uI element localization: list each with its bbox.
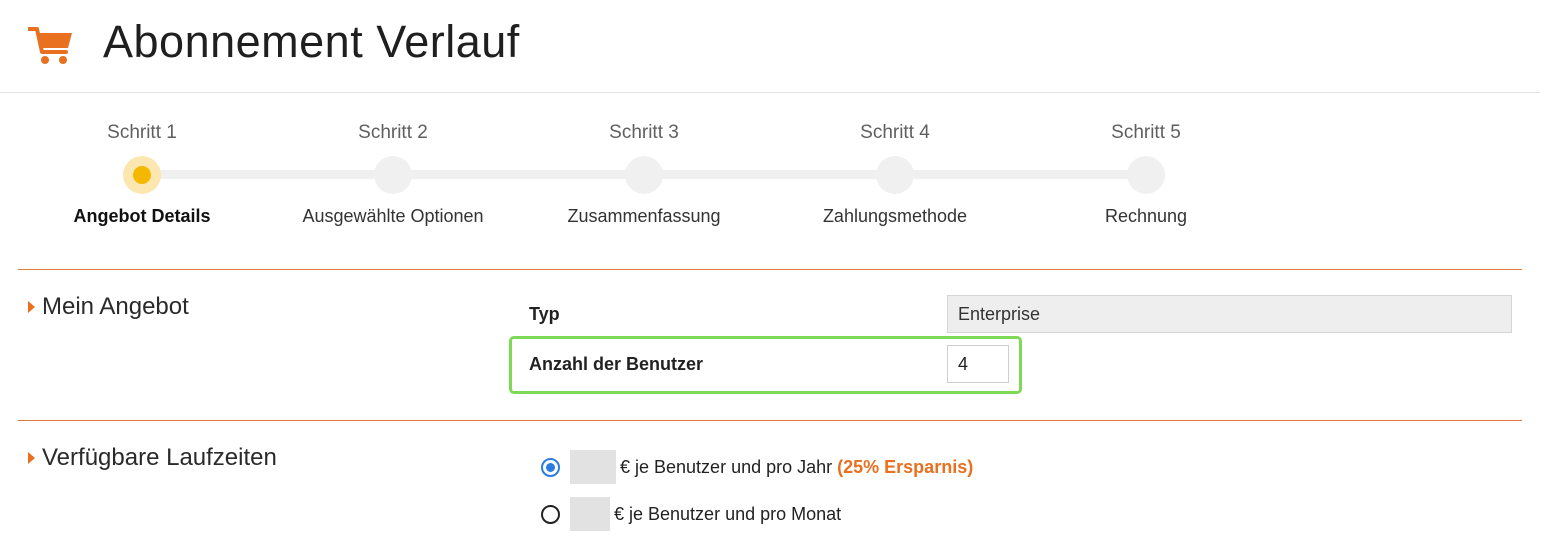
step-2[interactable]: Schritt 2 Ausgewählte Optionen bbox=[273, 100, 513, 227]
step-label: Angebot Details bbox=[73, 206, 211, 226]
page-header: Abonnement Verlauf bbox=[0, 0, 1540, 93]
step-indicator bbox=[1127, 156, 1165, 194]
radio-monthly[interactable] bbox=[541, 504, 560, 524]
term-option-monthly[interactable]: € je Benutzer und pro Monat bbox=[541, 497, 841, 531]
step-5[interactable]: Schritt 5 Rechnung bbox=[1026, 100, 1266, 227]
step-indicator bbox=[625, 156, 663, 194]
subscription-page: Abonnement Verlauf Schritt 1 Angebot Det… bbox=[0, 0, 1545, 547]
caret-right-icon bbox=[28, 301, 35, 313]
step-number: Schritt 2 bbox=[358, 122, 428, 143]
term-option-yearly[interactable]: € je Benutzer und pro Jahr (25% Ersparni… bbox=[541, 450, 973, 484]
step-number: Schritt 3 bbox=[609, 122, 679, 143]
step-4[interactable]: Schritt 4 Zahlungsmethode bbox=[775, 100, 1015, 227]
section-divider bbox=[18, 420, 1522, 421]
step-label: Rechnung bbox=[1104, 206, 1188, 226]
shopping-cart-icon bbox=[28, 27, 72, 64]
step-number: Schritt 5 bbox=[1111, 122, 1181, 143]
type-label: Typ bbox=[529, 304, 560, 324]
step-label: Ausgewählte Optionen bbox=[302, 206, 484, 226]
step-indicator bbox=[374, 156, 412, 194]
type-value-field: Enterprise bbox=[947, 295, 1512, 333]
offer-section-title[interactable]: Mein Angebot bbox=[28, 293, 189, 321]
step-label: Zahlungsmethode bbox=[822, 206, 968, 226]
step-number: Schritt 4 bbox=[860, 122, 930, 143]
term-yearly-text: € je Benutzer und pro Jahr bbox=[620, 456, 833, 477]
caret-right-icon bbox=[28, 452, 35, 464]
step-3[interactable]: Schritt 3 Zusammenfassung bbox=[524, 100, 764, 227]
step-1[interactable]: Schritt 1 Angebot Details bbox=[22, 100, 262, 227]
offer-section-label: Mein Angebot bbox=[42, 293, 189, 320]
section-divider bbox=[18, 269, 1522, 270]
term-monthly-text: € je Benutzer und pro Monat bbox=[614, 503, 842, 524]
price-placeholder bbox=[570, 497, 610, 531]
progress-stepper: Schritt 1 Angebot Details Schritt 2 Ausg… bbox=[0, 100, 1300, 250]
page-title: Abonnement Verlauf bbox=[103, 16, 520, 67]
terms-section-label: Verfügbare Laufzeiten bbox=[42, 444, 277, 471]
terms-section-title[interactable]: Verfügbare Laufzeiten bbox=[28, 444, 277, 472]
users-count-input[interactable] bbox=[947, 345, 1009, 383]
step-indicator-active bbox=[123, 156, 161, 194]
step-label: Zusammenfassung bbox=[567, 206, 721, 226]
step-number: Schritt 1 bbox=[107, 122, 177, 143]
price-placeholder bbox=[570, 450, 616, 484]
savings-badge: (25% Ersparnis) bbox=[837, 456, 974, 477]
step-indicator bbox=[876, 156, 914, 194]
radio-yearly[interactable] bbox=[541, 457, 560, 477]
users-label: Anzahl der Benutzer bbox=[529, 354, 704, 374]
